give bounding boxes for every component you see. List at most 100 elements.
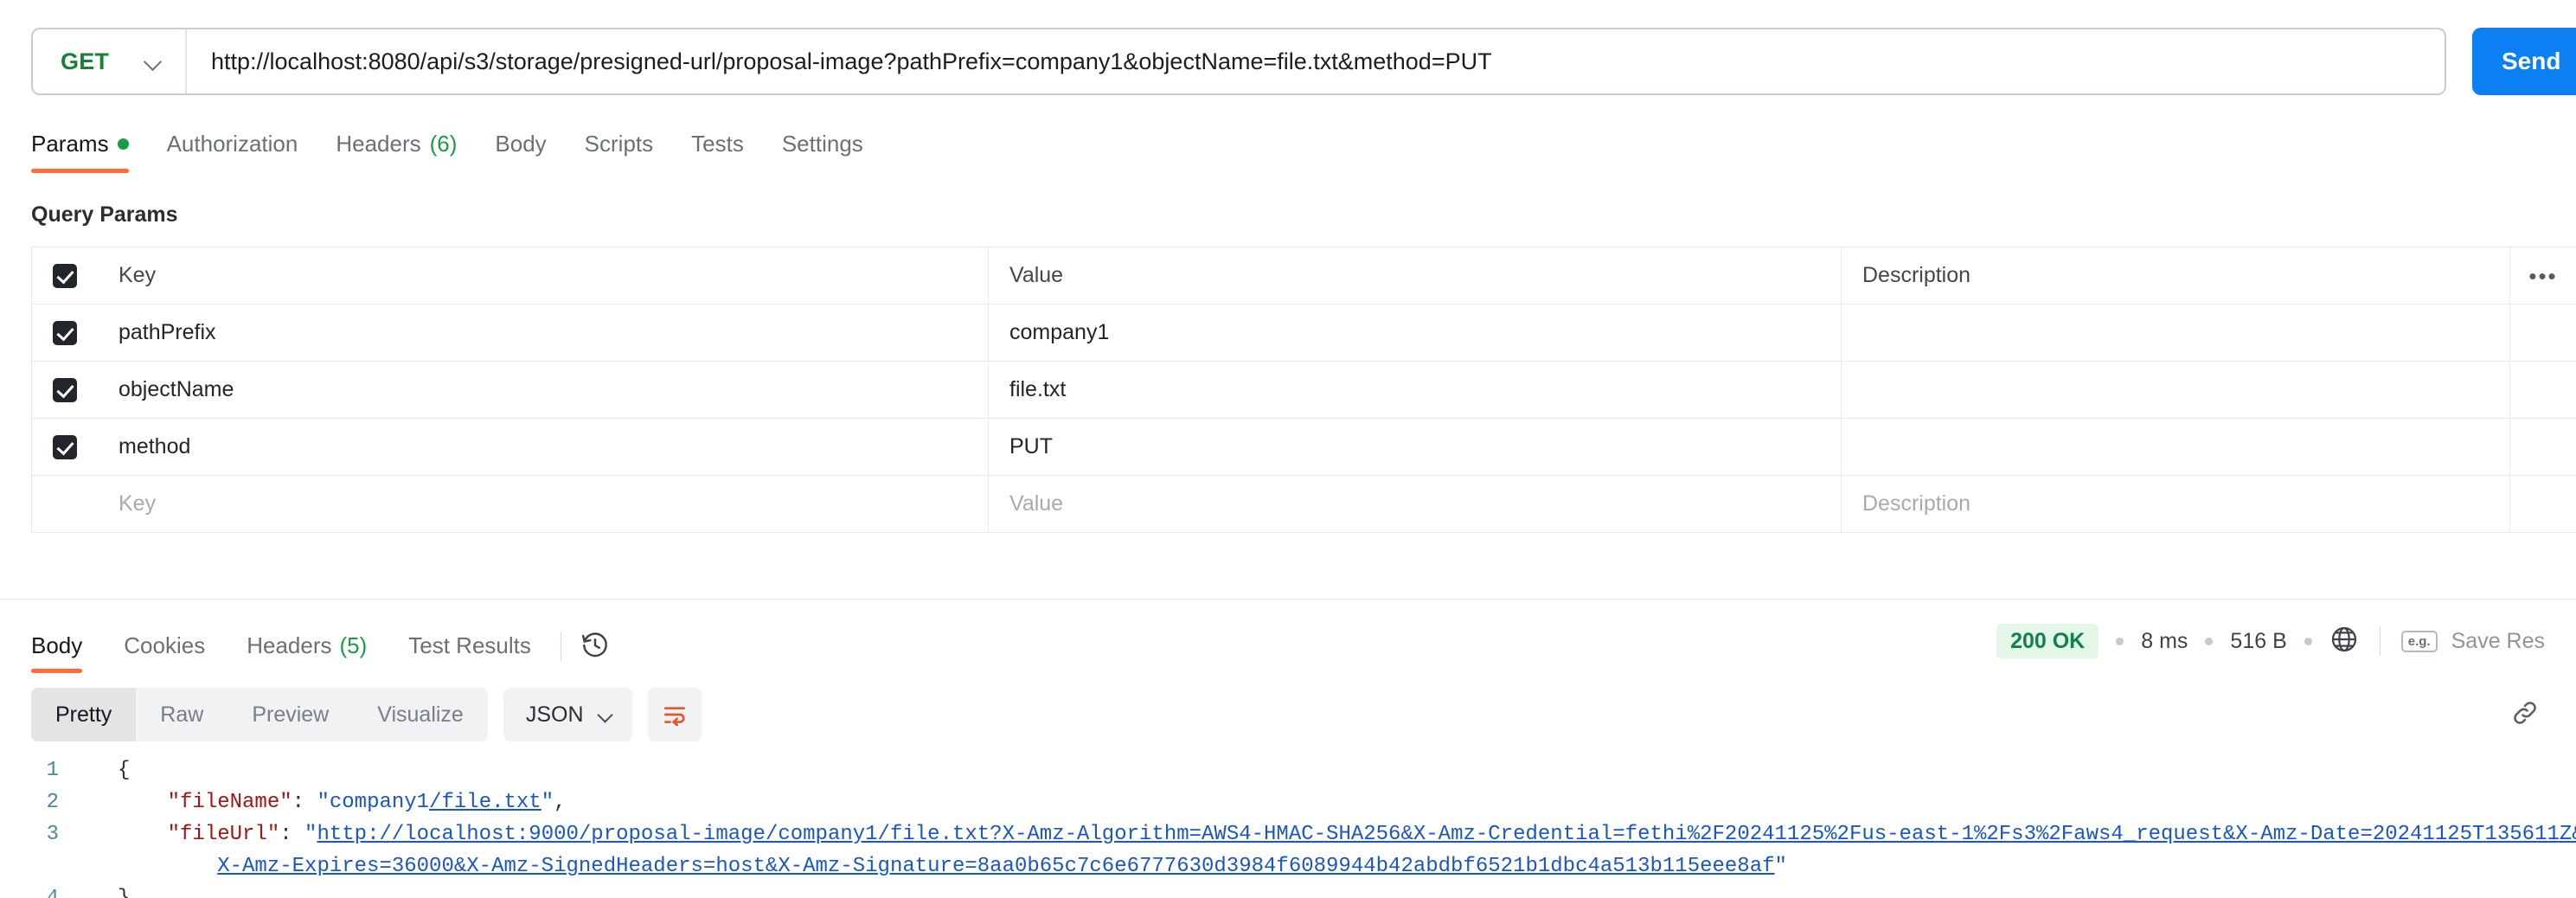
response-tab-headers[interactable]: Headers (5): [226, 632, 388, 673]
http-method-label: GET: [61, 48, 110, 74]
json-colon: :: [292, 791, 317, 814]
tab-tests-label: Tests: [691, 131, 744, 157]
tab-body-label: Body: [495, 131, 547, 157]
language-select[interactable]: JSON: [503, 688, 632, 741]
response-history-icon[interactable]: [580, 631, 610, 664]
response-tab-headers-count: (5): [339, 632, 368, 658]
meta-separator-dot-icon: [2205, 637, 2214, 645]
meta-separator-dot-icon: [2304, 637, 2312, 645]
json-comma: ,: [554, 791, 567, 814]
json-colon: :: [279, 823, 305, 846]
row-select-cell: [32, 305, 98, 361]
meta-divider: [2379, 626, 2381, 656]
new-row-value-input[interactable]: Value: [989, 476, 1842, 532]
response-header: Body Cookies Headers (5) Test Results 20…: [0, 609, 2576, 673]
row-value[interactable]: file.txt: [989, 362, 1842, 418]
row-checkbox[interactable]: [53, 320, 77, 345]
row-key[interactable]: method: [98, 419, 989, 475]
example-icon: e.g.: [2400, 630, 2438, 652]
meta-separator-dot-icon: [2116, 637, 2124, 645]
code-line: 2 "fileName": "company1/file.txt",: [0, 786, 2576, 818]
response-tab-test-results[interactable]: Test Results: [388, 632, 552, 673]
table-row: pathPrefix company1: [32, 305, 2576, 362]
new-row-description-input[interactable]: Description: [1842, 476, 2510, 532]
tab-settings[interactable]: Settings: [763, 131, 882, 173]
row-value[interactable]: PUT: [989, 419, 1842, 475]
new-row-key-input[interactable]: Key: [98, 476, 989, 532]
code-line: 4 }: [0, 882, 2576, 898]
code-text: "fileName": "company1/file.txt",: [99, 786, 2576, 818]
postman-request-response-view: GET Send Params Authorization Headers (6…: [0, 28, 2576, 898]
row-key[interactable]: objectName: [98, 362, 989, 418]
network-globe-icon[interactable]: [2329, 625, 2359, 658]
tab-settings-label: Settings: [781, 131, 863, 157]
pane-divider[interactable]: [0, 599, 2576, 600]
format-controls: Pretty Raw Preview Visualize JSON: [31, 688, 702, 741]
json-string-value: "company1: [317, 791, 430, 814]
response-format-toolbar: Pretty Raw Preview Visualize JSON: [0, 682, 2576, 747]
response-tab-cookies[interactable]: Cookies: [103, 632, 226, 673]
row-checkbox[interactable]: [53, 377, 77, 402]
json-key: "fileUrl": [167, 823, 280, 846]
table-options-cell: •••: [2528, 262, 2558, 289]
response-tab-body[interactable]: Body: [31, 632, 103, 673]
wrap-lines-button[interactable]: [647, 688, 702, 741]
row-key[interactable]: pathPrefix: [98, 305, 989, 361]
format-tab-visualize[interactable]: Visualize: [353, 688, 488, 741]
table-row: objectName file.txt: [32, 362, 2576, 419]
tab-params-label: Params: [31, 131, 109, 157]
new-row-select-cell: [32, 476, 98, 532]
line-number: 1: [46, 759, 59, 782]
response-tab-body-label: Body: [31, 632, 83, 658]
send-button[interactable]: Send: [2472, 28, 2576, 95]
tab-scripts[interactable]: Scripts: [566, 131, 672, 173]
tab-body[interactable]: Body: [476, 131, 565, 173]
json-quote-open: ": [304, 823, 317, 846]
code-text: }: [99, 882, 2576, 898]
json-url-part-2[interactable]: X-Amz-Expires=36000&X-Amz-SignedHeaders=…: [217, 855, 1774, 878]
format-segmented-control: Pretty Raw Preview Visualize: [31, 688, 488, 741]
response-body-code[interactable]: 1 { 2 "fileName": "company1/file.txt", 3…: [0, 754, 2576, 898]
response-tab-headers-label: Headers: [247, 632, 332, 658]
status-badge: 200 OK: [1996, 623, 2099, 659]
row-description[interactable]: [1842, 305, 2510, 361]
format-tab-preview[interactable]: Preview: [227, 688, 353, 741]
row-value[interactable]: company1: [989, 305, 1842, 361]
json-string-link[interactable]: /file.txt: [429, 791, 541, 814]
language-select-label: JSON: [525, 702, 584, 727]
format-tab-pretty[interactable]: Pretty: [31, 688, 137, 741]
line-number: 4: [0, 882, 80, 898]
response-tab-cookies-label: Cookies: [124, 632, 206, 658]
chevron-down-icon: [144, 52, 163, 71]
row-description[interactable]: [1842, 419, 2510, 475]
code-text: "fileUrl": "http://localhost:9000/propos…: [99, 818, 2576, 850]
tab-headers[interactable]: Headers (6): [317, 131, 476, 173]
row-options-cell: [2510, 305, 2576, 361]
row-description[interactable]: [1842, 362, 2510, 418]
tab-tests[interactable]: Tests: [672, 131, 763, 173]
tab-headers-label: Headers: [336, 131, 421, 157]
tab-params[interactable]: Params: [31, 131, 148, 173]
row-checkbox[interactable]: [53, 434, 77, 459]
copy-link-icon[interactable]: [2505, 693, 2545, 737]
url-input[interactable]: [187, 29, 2445, 93]
http-method-select[interactable]: GET: [33, 29, 187, 93]
tab-authorization[interactable]: Authorization: [148, 131, 317, 173]
params-modified-dot-icon: [117, 138, 129, 150]
code-text: X-Amz-Expires=36000&X-Amz-SignedHeaders=…: [99, 850, 2576, 882]
save-response-button[interactable]: Save Res: [2451, 629, 2545, 654]
code-line: 1 {: [0, 754, 2576, 786]
tab-scripts-label: Scripts: [584, 131, 654, 157]
column-header-value: Value: [989, 247, 1842, 304]
code-text: {: [118, 759, 131, 782]
line-number: 2: [46, 791, 59, 814]
json-url-part-1[interactable]: http://localhost:9000/proposal-image/com…: [317, 823, 2576, 846]
row-select-cell: [32, 419, 98, 475]
query-params-title: Query Params: [31, 202, 178, 227]
select-all-checkbox[interactable]: [53, 263, 77, 288]
row-options-cell: [2510, 362, 2576, 418]
json-quote-close: ": [1774, 855, 1787, 878]
response-tabs: Body Cookies Headers (5) Test Results: [31, 609, 610, 673]
format-tab-raw[interactable]: Raw: [136, 688, 227, 741]
query-params-table: Key Value Description ••• pathPrefix com…: [31, 247, 2576, 533]
